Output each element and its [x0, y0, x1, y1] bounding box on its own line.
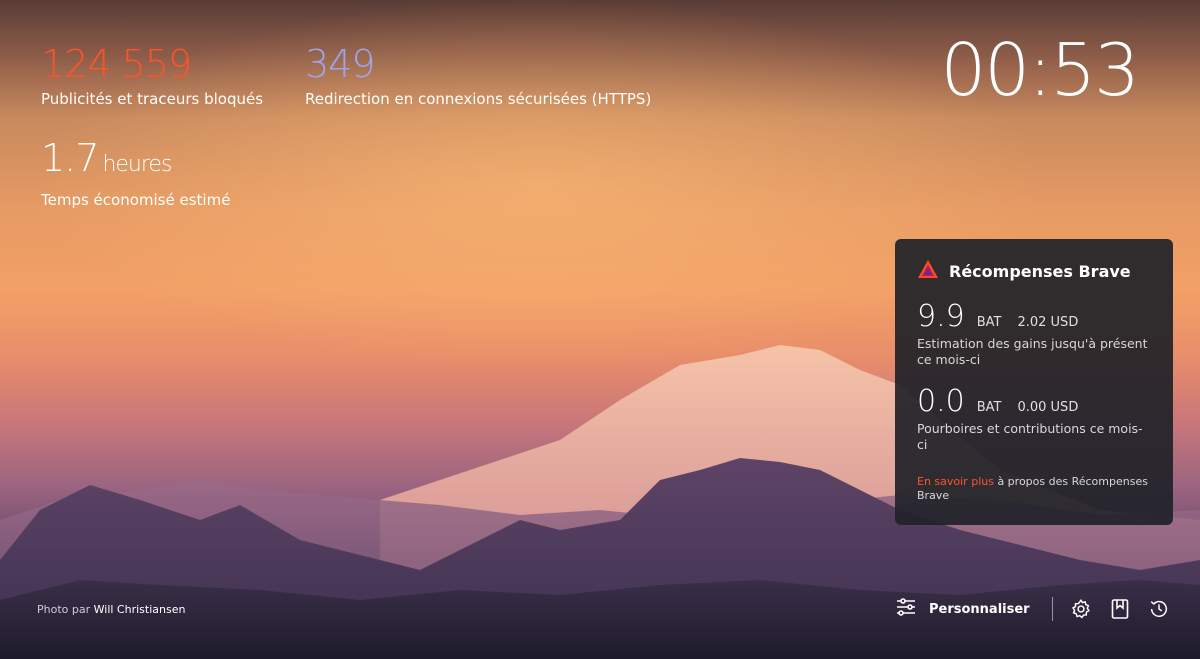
- learn-more-link[interactable]: En savoir plus: [917, 475, 994, 488]
- earnings-amount: 9.9: [917, 299, 965, 334]
- gear-icon[interactable]: [1069, 597, 1093, 621]
- earnings-description: Estimation des gains jusqu'à présent ce …: [917, 336, 1148, 367]
- https-upgrades-label: Redirection en connexions sécurisées (HT…: [305, 90, 652, 108]
- tips-usd: 0.00 USD: [1017, 400, 1079, 415]
- rewards-earnings: 9.9 BAT 2.02 USD Estimation des gains ju…: [917, 299, 1151, 368]
- customize-button[interactable]: Personnaliser: [895, 597, 1052, 621]
- ads-blocked-count: 124 559: [41, 42, 192, 86]
- bottom-toolbar: Personnaliser: [895, 596, 1186, 622]
- clock: 00:53: [940, 28, 1140, 112]
- tips-currency: BAT: [976, 400, 1002, 415]
- history-icon[interactable]: [1147, 597, 1171, 621]
- ads-blocked-label: Publicités et traceurs bloqués: [41, 90, 264, 108]
- time-saved-label: Temps économisé estimé: [41, 191, 231, 209]
- photo-credit-prefix: Photo par: [37, 603, 94, 616]
- rewards-footer: En savoir plus à propos des Récompenses …: [917, 475, 1151, 503]
- toolbar-divider: [1051, 597, 1053, 621]
- earnings-usd: 2.02 USD: [1017, 315, 1079, 330]
- photo-credit: Photo par Will Christiansen: [37, 603, 185, 616]
- rewards-title: Récompenses Brave: [949, 261, 1131, 281]
- bat-logo-icon: [917, 259, 939, 283]
- tips-description: Pourboires et contributions ce mois-ci: [917, 421, 1143, 452]
- https-upgrades-count: 349: [305, 42, 376, 86]
- brave-rewards-widget[interactable]: Récompenses Brave 9.9 BAT 2.02 USD Estim…: [895, 239, 1173, 525]
- tips-amount: 0.0: [917, 384, 965, 419]
- ads-blocked-stat: 124 559 Publicités et traceurs bloqués: [41, 44, 263, 108]
- sliders-icon: [895, 597, 917, 621]
- bookmarks-icon[interactable]: [1108, 597, 1132, 621]
- rewards-tips: 0.0 BAT 0.00 USD Pourboires et contribut…: [917, 384, 1151, 453]
- photo-credit-author[interactable]: Will Christiansen: [94, 603, 186, 616]
- time-saved-stat: 1.7 heures Temps économisé estimé: [41, 138, 230, 209]
- earnings-currency: BAT: [976, 315, 1002, 330]
- time-saved-value: 1.7: [41, 136, 99, 180]
- https-upgrades-stat: 349 Redirection en connexions sécurisées…: [305, 44, 651, 108]
- time-saved-unit: heures: [102, 152, 172, 177]
- customize-label: Personnaliser: [929, 601, 1030, 617]
